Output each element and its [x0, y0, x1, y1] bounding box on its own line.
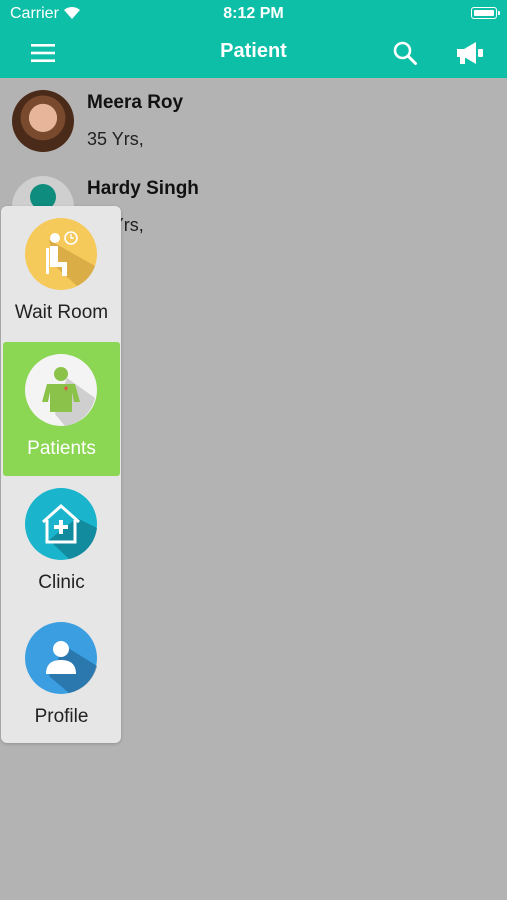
- patient-name: Hardy Singh: [87, 178, 199, 199]
- drawer-item-label: Clinic: [38, 572, 85, 593]
- patient-avatar: [12, 90, 74, 152]
- clock: 8:12 PM: [223, 5, 284, 22]
- drawer-item-profile[interactable]: Profile: [3, 610, 120, 743]
- wait-room-icon: [25, 218, 97, 290]
- drawer-item-patients[interactable]: Patients: [3, 342, 120, 476]
- nav-drawer: Wait Room Patients Clinic Profile: [1, 206, 121, 743]
- status-bar: Carrier 8:12 PM: [0, 0, 507, 28]
- nav-bar: Patient: [0, 28, 507, 78]
- patient-name: Meera Roy: [87, 92, 184, 113]
- battery-icon: [471, 7, 500, 19]
- drawer-item-label: Profile: [34, 706, 89, 727]
- page-title: Patient: [220, 40, 287, 62]
- megaphone-icon[interactable]: [455, 40, 485, 66]
- drawer-item-label: Patients: [27, 438, 96, 459]
- drawer-item-wait-room[interactable]: Wait Room: [3, 206, 120, 340]
- patients-icon: [25, 354, 97, 426]
- drawer-item-clinic[interactable]: Clinic: [3, 476, 120, 610]
- profile-icon: [25, 622, 97, 694]
- search-icon[interactable]: [392, 40, 418, 66]
- drawer-item-label: Wait Room: [14, 302, 109, 323]
- clinic-icon: [25, 488, 97, 560]
- patient-row[interactable]: Meera Roy 35 Yrs,: [0, 78, 507, 164]
- patient-age: 35 Yrs,: [87, 129, 144, 149]
